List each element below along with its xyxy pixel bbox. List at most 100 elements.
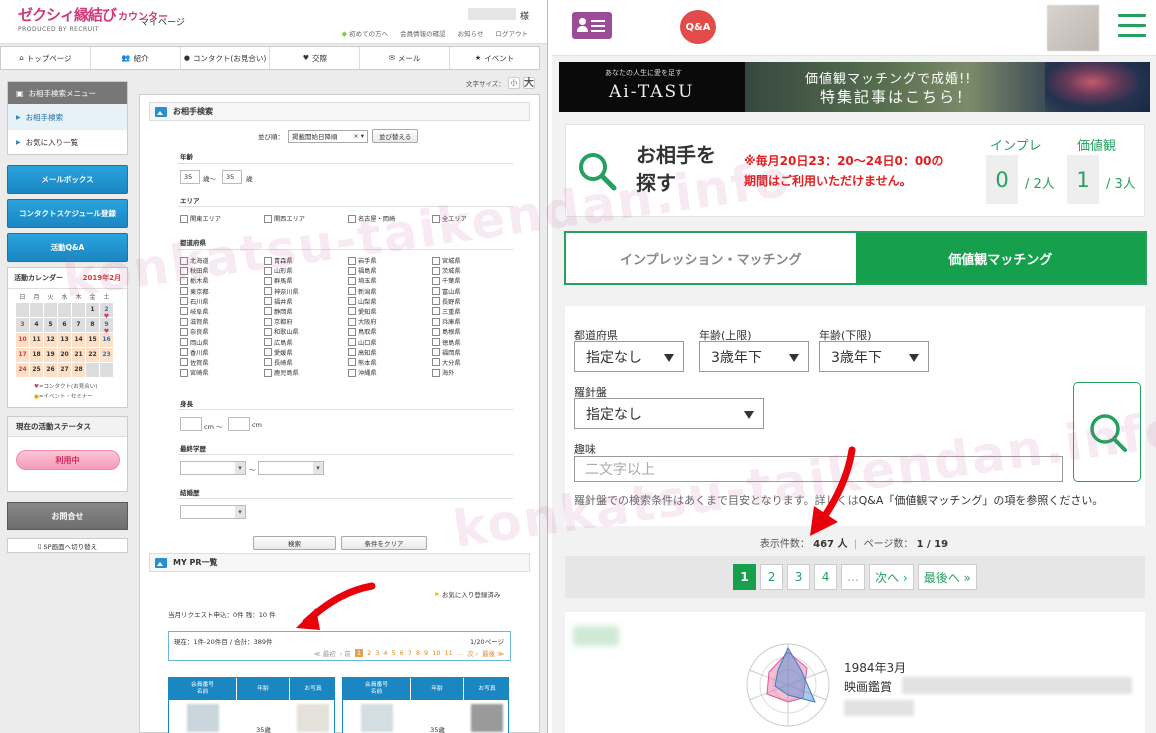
member-thumbnail[interactable]	[361, 704, 393, 732]
page-button[interactable]: 4	[814, 564, 838, 590]
contact-schedule-button[interactable]: コンタクトスケジュール登録	[7, 199, 128, 228]
tab-impression-matching[interactable]: インプレッション・マッチング	[566, 233, 856, 283]
page-link[interactable]: 4	[383, 649, 387, 657]
page-button[interactable]: 1	[733, 564, 757, 590]
calendar-day[interactable]: 3	[16, 318, 29, 332]
calendar-day[interactable]: 14	[72, 333, 85, 347]
next-page-button[interactable]: 次へ ›	[869, 564, 914, 590]
calendar-day[interactable]: 8	[86, 318, 99, 332]
age-lower-select[interactable]: 3歳年下	[819, 341, 929, 372]
sp-switch-button[interactable]: ▯ SP画面へ切り替え	[7, 538, 128, 553]
calendar-day[interactable]: 9 ♥	[100, 318, 113, 335]
calendar-day[interactable]: 7	[72, 318, 85, 332]
last-page-button[interactable]: 最後へ »	[917, 564, 977, 590]
calendar-day[interactable]: 18	[30, 348, 43, 362]
promo-banner[interactable]: あなたの人生に愛を足す Ai-TASU 価値観マッチングで成婚!! 特集記事はこ…	[559, 62, 1150, 112]
education-from-select[interactable]	[180, 461, 246, 475]
page-link[interactable]: 最後 ≫	[482, 648, 504, 658]
pref-checkbox[interactable]: 海外	[432, 367, 516, 378]
member-photo[interactable]	[471, 704, 503, 732]
marriage-select[interactable]	[180, 505, 246, 519]
menu-favorites[interactable]: ▶ お気に入り一覧	[8, 129, 127, 154]
nav-dating[interactable]: ♥ 交際	[270, 47, 361, 69]
calendar-day[interactable]: 13	[58, 333, 71, 347]
beginner-link[interactable]: ◆ 初めての方へ	[342, 28, 388, 38]
calendar-day[interactable]: 22	[86, 348, 99, 362]
profile-card-icon[interactable]	[572, 12, 612, 39]
page-link[interactable]: 10	[432, 649, 440, 657]
pref-checkbox[interactable]: 鹿児島県	[264, 367, 348, 378]
calendar-day[interactable]: 12	[44, 333, 57, 347]
page-link[interactable]: 9	[424, 649, 428, 657]
age-to-input[interactable]: 35	[222, 170, 242, 184]
calendar-day[interactable]: 6	[58, 318, 71, 332]
calendar-day[interactable]: 15	[86, 333, 99, 347]
page-link[interactable]: 次 ›	[467, 648, 478, 658]
compass-select[interactable]: 指定なし	[574, 398, 764, 429]
calendar-day[interactable]: 2 ♥	[100, 303, 113, 320]
nav-event[interactable]: ★ イベント	[450, 47, 539, 69]
nav-introduction[interactable]: 👥 紹介	[91, 47, 181, 69]
calendar-day[interactable]: 26	[44, 363, 57, 377]
page-link[interactable]: 1	[354, 649, 364, 657]
nav-mail[interactable]: ✉ メール	[360, 47, 451, 69]
area-checkbox[interactable]: 関東エリア	[180, 213, 264, 224]
table-row[interactable]: 35歳	[169, 700, 334, 733]
height-from-input[interactable]	[180, 417, 202, 431]
calendar-day[interactable]: 20	[58, 348, 71, 362]
page-link[interactable]: 3	[375, 649, 379, 657]
page-button[interactable]: 2	[760, 564, 784, 590]
nav-contact[interactable]: ● コンタクト(お見合い)	[181, 47, 271, 69]
page-link[interactable]: 11	[444, 649, 452, 657]
page-link[interactable]: 5	[391, 649, 395, 657]
calendar-day[interactable]: 16	[100, 333, 113, 347]
nav-top[interactable]: ⌂ トップページ	[1, 47, 91, 69]
member-info-link[interactable]: 会員情報の確認	[400, 28, 446, 38]
avatar[interactable]	[1047, 5, 1099, 51]
clear-button[interactable]: 条件をクリア	[341, 536, 427, 550]
member-photo[interactable]	[297, 704, 329, 732]
member-card[interactable]: 1984年3月 映画鑑賞	[565, 612, 1145, 733]
inquiry-button[interactable]: お問合せ	[7, 502, 128, 530]
menu-partner-search[interactable]: ▶ お相手検索	[8, 104, 127, 129]
calendar-day[interactable]: 19	[44, 348, 57, 362]
calendar-day[interactable]: 28	[72, 363, 85, 377]
calendar-day[interactable]: 21	[72, 348, 85, 362]
news-link[interactable]: お知らせ	[458, 28, 484, 38]
logout-link[interactable]: ログアウト	[496, 28, 529, 38]
hamburger-menu-icon[interactable]	[1118, 14, 1146, 38]
page-link[interactable]: ‹ 前	[340, 648, 351, 658]
age-from-input[interactable]: 35	[180, 170, 200, 184]
font-big-button[interactable]: 大	[522, 77, 535, 89]
pref-checkbox[interactable]: 宮崎県	[180, 367, 264, 378]
pref-select[interactable]: 指定なし	[574, 341, 684, 372]
calendar-day[interactable]: 11	[30, 333, 43, 347]
calendar-day[interactable]: 27	[58, 363, 71, 377]
calendar-day[interactable]: 24	[16, 363, 29, 377]
height-to-input[interactable]	[228, 417, 250, 431]
page-link[interactable]: ≪ 最初	[314, 648, 336, 658]
qa-icon[interactable]: Q&A	[680, 10, 716, 44]
page-link[interactable]: 6	[400, 649, 404, 657]
sort-button[interactable]: 並び替える	[372, 129, 419, 143]
tab-values-matching[interactable]: 価値観マッチング	[855, 233, 1145, 283]
pref-checkbox[interactable]: 沖縄県	[348, 367, 432, 378]
font-small-button[interactable]: 小	[507, 77, 520, 89]
education-to-select[interactable]	[258, 461, 324, 475]
page-button[interactable]: 3	[787, 564, 811, 590]
mailbox-button[interactable]: メールボックス	[7, 165, 128, 194]
sort-select[interactable]: 掲載開始日降順 × ▾	[288, 129, 368, 143]
page-link[interactable]: 2	[367, 649, 371, 657]
calendar-day[interactable]: 17	[16, 348, 29, 362]
page-link[interactable]: 8	[416, 649, 420, 657]
calendar-day[interactable]: 5	[44, 318, 57, 332]
calendar-day[interactable]: 23	[100, 348, 113, 362]
table-row[interactable]: 35歳	[343, 700, 508, 733]
calendar-day[interactable]: 4	[30, 318, 43, 332]
calendar-day[interactable]: 25	[30, 363, 43, 377]
page-link[interactable]: 7	[408, 649, 412, 657]
member-thumbnail[interactable]	[187, 704, 219, 732]
calendar-day[interactable]: 10	[16, 333, 29, 347]
search-button[interactable]: 検索	[253, 536, 336, 550]
age-upper-select[interactable]: 3歳年下	[699, 341, 809, 372]
